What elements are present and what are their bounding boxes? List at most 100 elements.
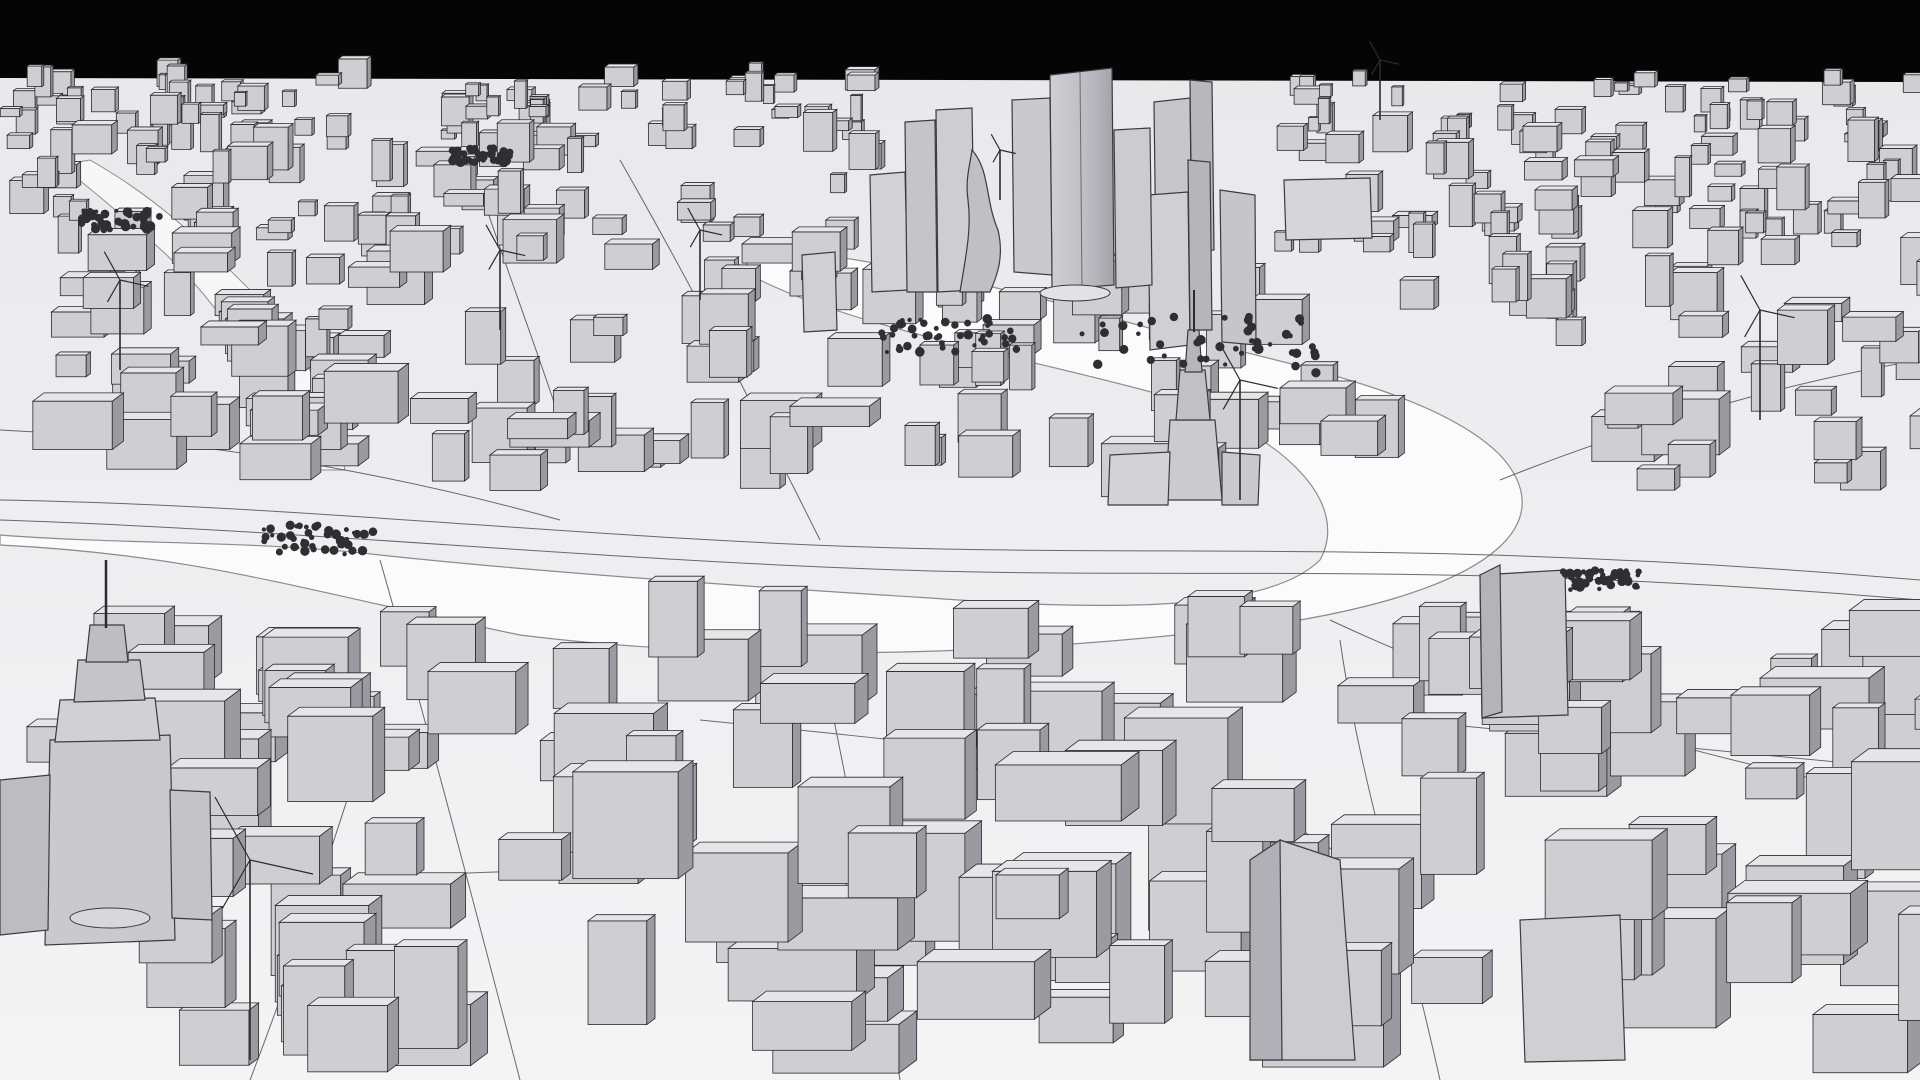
building	[314, 71, 343, 86]
tree	[982, 314, 993, 324]
tree	[1238, 350, 1245, 356]
building	[1632, 69, 1659, 88]
building	[363, 816, 426, 876]
building	[1857, 178, 1890, 219]
tree	[1598, 568, 1605, 574]
building	[591, 214, 628, 236]
tree	[148, 222, 154, 228]
building	[267, 216, 296, 234]
tree	[911, 332, 918, 339]
tree	[1215, 342, 1225, 352]
tree	[889, 331, 896, 338]
tree	[91, 221, 98, 229]
tree	[466, 144, 475, 153]
tree	[270, 533, 275, 538]
tree	[1310, 351, 1320, 361]
building	[71, 119, 119, 155]
building	[1592, 76, 1615, 98]
building	[661, 101, 689, 132]
tree	[1179, 359, 1188, 368]
tree	[1006, 327, 1014, 335]
building	[1412, 221, 1437, 259]
building	[1848, 599, 1920, 657]
tree	[308, 534, 315, 541]
tree	[114, 208, 119, 213]
building	[1533, 185, 1579, 211]
tree	[1137, 321, 1144, 328]
tree	[1079, 331, 1085, 337]
building	[1644, 252, 1675, 308]
tree	[1308, 343, 1316, 351]
tree	[1092, 359, 1103, 370]
tree	[486, 149, 496, 159]
building	[337, 55, 373, 90]
tree	[81, 208, 90, 217]
building	[1727, 76, 1751, 93]
building	[86, 227, 156, 272]
tree	[461, 155, 470, 165]
tree	[501, 150, 510, 159]
building	[1318, 82, 1334, 98]
tree	[1012, 345, 1021, 354]
building	[1523, 156, 1569, 181]
tree	[137, 212, 145, 221]
tree	[1287, 333, 1293, 339]
building	[325, 112, 353, 138]
building	[725, 78, 748, 96]
building	[1573, 154, 1620, 178]
tree	[275, 548, 283, 556]
tree	[914, 347, 925, 357]
tree	[1243, 326, 1253, 336]
building	[1677, 310, 1730, 339]
tree	[261, 538, 268, 545]
building	[1673, 154, 1693, 198]
tree	[1590, 566, 1600, 575]
building	[1688, 204, 1726, 230]
building	[903, 421, 941, 467]
building	[55, 95, 86, 123]
building	[1765, 98, 1798, 127]
building	[1708, 101, 1731, 130]
building	[1713, 160, 1747, 178]
tree	[309, 542, 316, 550]
building	[1822, 67, 1844, 86]
tree	[1311, 368, 1321, 378]
tree	[1100, 328, 1109, 337]
building	[496, 355, 541, 406]
building	[689, 398, 730, 459]
building	[337, 329, 392, 359]
building	[1419, 771, 1486, 876]
tree	[342, 551, 347, 557]
tree	[939, 344, 946, 351]
building	[199, 111, 223, 153]
building	[1813, 458, 1853, 484]
tree	[940, 317, 950, 327]
building	[163, 269, 196, 317]
tree	[1559, 568, 1567, 575]
building	[847, 129, 881, 171]
building	[1448, 182, 1477, 228]
tree	[281, 543, 288, 550]
building	[90, 86, 120, 113]
building	[952, 599, 1040, 659]
building	[357, 211, 392, 245]
tree	[1169, 312, 1179, 322]
building	[1812, 416, 1864, 461]
building	[297, 199, 319, 217]
tree	[923, 331, 933, 340]
building	[169, 391, 219, 438]
building	[1775, 163, 1811, 211]
building	[238, 435, 323, 481]
building	[393, 938, 469, 1050]
building	[603, 238, 661, 271]
tree	[470, 158, 479, 166]
tree	[343, 540, 353, 549]
tree	[1253, 344, 1264, 355]
tree	[477, 150, 488, 161]
building	[592, 313, 629, 337]
building	[603, 63, 640, 88]
building	[488, 448, 549, 492]
building	[1902, 72, 1920, 93]
building	[26, 63, 45, 88]
tree	[1294, 314, 1305, 324]
